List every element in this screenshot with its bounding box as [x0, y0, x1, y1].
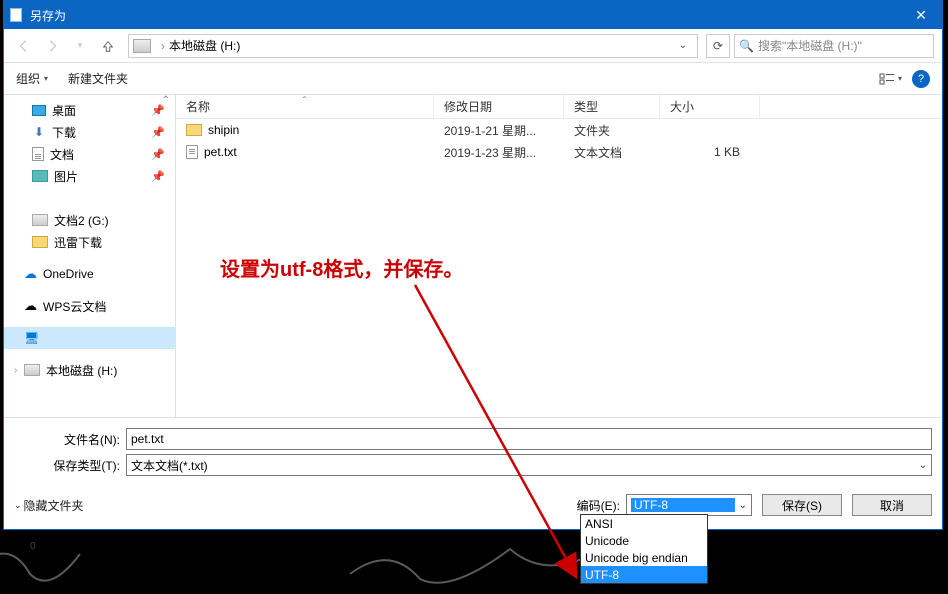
pin-icon: 📌 — [151, 148, 165, 161]
file-size: 1 KB — [660, 145, 760, 159]
sidebar-item-docs2[interactable]: 文档2 (G:) — [4, 209, 175, 231]
address-chevron[interactable]: ⌄ — [673, 40, 693, 51]
file-type: 文本文档 — [564, 144, 660, 161]
breadcrumb-sep: › — [161, 39, 165, 53]
sidebar-item-downloads[interactable]: ⬇ 下载 📌 — [4, 121, 175, 143]
textfile-icon — [186, 145, 198, 159]
encoding-combo[interactable]: UTF-8 ⌄ — [626, 494, 752, 516]
pin-icon: 📌 — [151, 126, 165, 139]
sort-indicator-icon: ⌃ — [301, 95, 308, 104]
sidebar-item-label: 文档 — [50, 146, 74, 163]
sidebar-item-desktop[interactable]: 桌面 📌 — [4, 99, 175, 121]
notepad-icon — [10, 8, 22, 22]
encoding-option-ansi[interactable]: ANSI — [581, 515, 707, 532]
file-row[interactable]: shipin 2019-1-21 星期...文件夹 — [176, 119, 942, 141]
pin-icon: 📌 — [151, 170, 165, 183]
sidebar-item-label: 本地磁盘 (H:) — [46, 362, 117, 379]
sidebar-item-drive-h[interactable]: › 本地磁盘 (H:) — [4, 359, 175, 381]
file-type: 文件夹 — [564, 122, 660, 139]
wps-cloud-icon: ☁ — [24, 298, 37, 314]
encoding-option-unicode[interactable]: Unicode — [581, 532, 707, 549]
nav-row: ▾ › 本地磁盘 (H:) ⌄ ⟳ 🔍 搜索"本地磁盘 (H:)" — [4, 29, 942, 63]
search-placeholder: 搜索"本地磁盘 (H:)" — [758, 37, 862, 54]
sidebar-item-pictures[interactable]: 图片 📌 — [4, 165, 175, 187]
savetype-label: 保存类型(T): — [14, 457, 126, 474]
file-list-view: ⌃ 名称 修改日期 类型 大小 shipin 2019-1-21 星期...文件夹… — [176, 95, 942, 417]
filename-form: 文件名(N): pet.txt 保存类型(T): 文本文档(*.txt) ⌄ — [4, 417, 942, 486]
folder-icon — [32, 236, 48, 248]
file-row[interactable]: pet.txt 2019-1-23 星期...文本文档1 KB — [176, 141, 942, 163]
file-name: pet.txt — [204, 145, 237, 159]
window-title: 另存为 — [30, 7, 66, 24]
breadcrumb-location[interactable]: 本地磁盘 (H:) — [169, 37, 240, 54]
sidebar-item-label: 迅雷下载 — [54, 234, 102, 251]
refresh-button[interactable]: ⟳ — [706, 34, 730, 58]
back-button[interactable] — [12, 34, 36, 58]
thispc-icon: 🖥 — [24, 331, 39, 345]
file-name: shipin — [208, 123, 239, 137]
hide-folders-toggle[interactable]: ⌄ 隐藏文件夹 — [14, 497, 84, 514]
folder-icon — [186, 124, 202, 136]
encoding-label: 编码(E): — [577, 497, 620, 514]
cancel-button[interactable]: 取消 — [852, 494, 932, 516]
address-bar[interactable]: › 本地磁盘 (H:) ⌄ — [128, 34, 698, 58]
sidebar-item-onedrive[interactable]: ☁ OneDrive — [4, 263, 175, 285]
svg-text:0: 0 — [30, 541, 36, 552]
forward-button[interactable] — [40, 34, 64, 58]
file-date: 2019-1-21 星期... — [434, 122, 564, 139]
drive-icon — [32, 214, 48, 226]
new-folder-button[interactable]: 新建文件夹 — [68, 70, 128, 87]
sidebar-item-label: 文档2 (G:) — [54, 212, 109, 229]
download-icon: ⬇ — [32, 125, 46, 139]
chevron-down-icon: ⌄ — [14, 500, 22, 511]
sidebar-item-label: WPS云文档 — [43, 298, 106, 315]
up-button[interactable] — [96, 34, 120, 58]
pictures-icon — [32, 170, 48, 182]
sidebar-item-documents[interactable]: 文档 📌 — [4, 143, 175, 165]
sidebar-item-thunder[interactable]: 迅雷下载 — [4, 231, 175, 253]
sidebar-item-label: 桌面 — [52, 102, 76, 119]
dialog-buttons: ⌄ 隐藏文件夹 编码(E): UTF-8 ⌄ 保存(S) 取消 — [4, 486, 942, 522]
organize-menu[interactable]: 组织▾ — [16, 70, 48, 87]
sidebar-item-label: OneDrive — [43, 267, 94, 281]
encoding-option-utf8[interactable]: UTF-8 — [581, 566, 707, 583]
save-button[interactable]: 保存(S) — [762, 494, 842, 516]
column-headers: ⌃ 名称 修改日期 类型 大小 — [176, 95, 942, 119]
command-bar: 组织▾ 新建文件夹 ▾ ? — [4, 63, 942, 95]
column-name[interactable]: ⌃ 名称 — [176, 95, 434, 118]
chevron-down-icon: ⌄ — [919, 460, 927, 471]
titlebar[interactable]: 另存为 ✕ — [4, 1, 942, 29]
drive-icon — [24, 364, 40, 376]
desktop-icon — [32, 105, 46, 116]
pin-icon: 📌 — [151, 104, 165, 117]
nav-sidebar: ⌃ 桌面 📌 ⬇ 下载 📌 文档 📌 图片 📌 — [4, 95, 176, 417]
encoding-dropdown[interactable]: ANSI Unicode Unicode big endian UTF-8 — [580, 514, 708, 584]
column-date[interactable]: 修改日期 — [434, 95, 564, 118]
sidebar-item-label: 图片 — [54, 168, 78, 185]
savetype-combo[interactable]: 文本文档(*.txt) ⌄ — [126, 454, 932, 476]
drive-icon — [133, 39, 151, 53]
sidebar-item-blank[interactable] — [4, 187, 175, 209]
onedrive-icon: ☁ — [24, 266, 37, 282]
document-icon — [32, 147, 44, 161]
file-date: 2019-1-23 星期... — [434, 144, 564, 161]
sidebar-item-label: 下载 — [52, 124, 76, 141]
column-type[interactable]: 类型 — [564, 95, 660, 118]
chevron-right-icon[interactable]: › — [14, 365, 17, 376]
column-size[interactable]: 大小 — [660, 95, 760, 118]
search-input[interactable]: 🔍 搜索"本地磁盘 (H:)" — [734, 34, 934, 58]
view-options[interactable]: ▾ — [879, 73, 902, 85]
filename-input[interactable]: pet.txt — [126, 428, 932, 450]
sidebar-item-wps[interactable]: ☁ WPS云文档 — [4, 295, 175, 317]
sidebar-item-thispc[interactable]: 🖥 — [4, 327, 175, 349]
close-button[interactable]: ✕ — [900, 1, 942, 29]
encoding-option-unicode-be[interactable]: Unicode big endian — [581, 549, 707, 566]
search-icon: 🔍 — [739, 39, 754, 53]
chevron-down-icon: ⌄ — [735, 500, 747, 511]
filename-label: 文件名(N): — [14, 431, 126, 448]
help-button[interactable]: ? — [912, 70, 930, 88]
save-as-dialog: 另存为 ✕ ▾ › 本地磁盘 (H:) ⌄ ⟳ 🔍 搜索"本地磁盘 (H:)" … — [3, 0, 943, 530]
recent-dropdown[interactable]: ▾ — [68, 34, 92, 58]
